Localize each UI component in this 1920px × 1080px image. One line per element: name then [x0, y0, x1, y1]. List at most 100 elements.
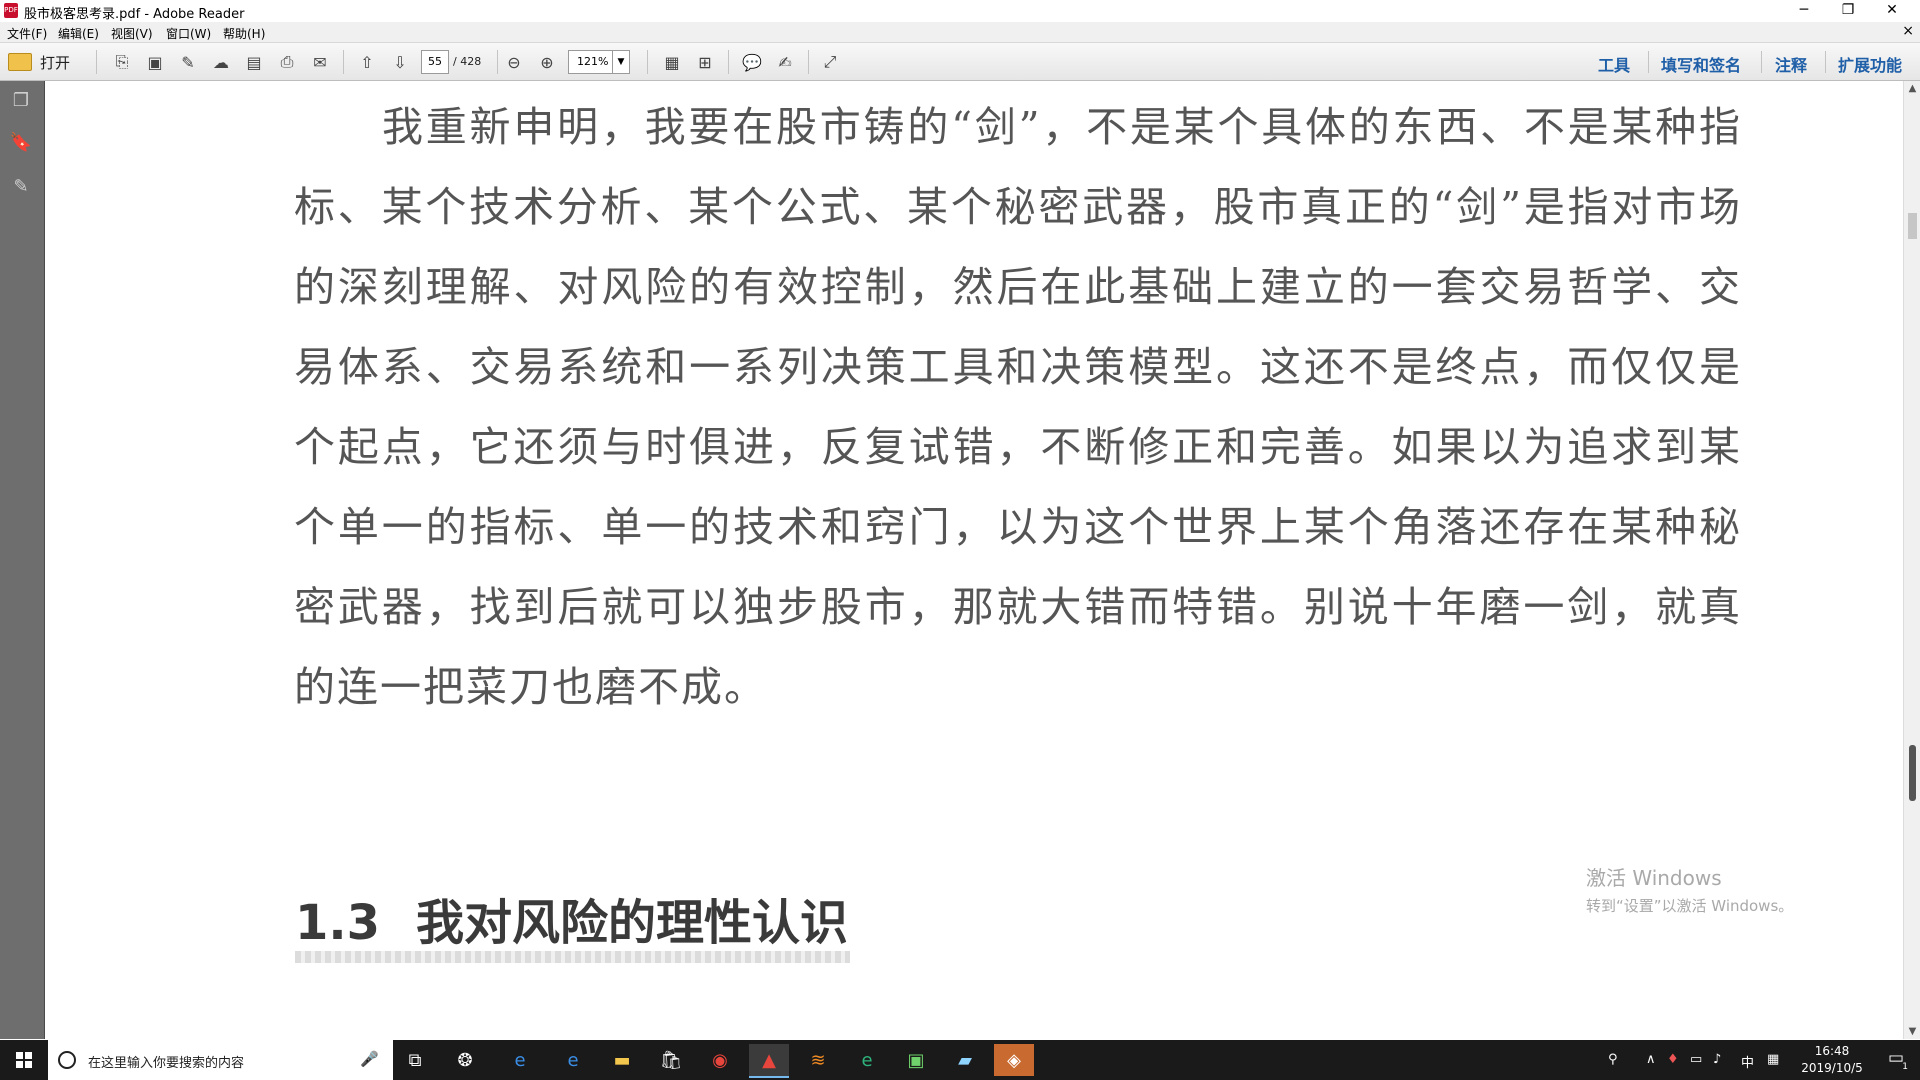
print-icon[interactable]: ⎙: [275, 50, 299, 74]
section-heading: 1.3 我对风险的理性认识: [295, 883, 848, 953]
save-icon[interactable]: ▤: [242, 50, 266, 74]
windows-logo-icon: [16, 1052, 32, 1068]
toolbar-divider: [96, 50, 97, 74]
ime-indicator[interactable]: 中: [1741, 1052, 1754, 1071]
pycharm-icon[interactable]: ▣: [896, 1044, 936, 1076]
chevron-down-icon[interactable]: ▼: [612, 51, 629, 73]
menu-edit[interactable]: 编辑(E): [58, 25, 99, 42]
open-button[interactable]: 打开: [8, 49, 70, 75]
title-bar: PDF 股市极客思考录.pdf - Adobe Reader ─ ❐ ✕: [0, 0, 1920, 22]
sublime-icon[interactable]: ≋: [798, 1044, 838, 1076]
next-page-icon[interactable]: ⇩: [388, 50, 412, 74]
tools-button[interactable]: 工具: [1598, 52, 1630, 76]
activate-windows-watermark: 激活 Windows 转到“设置”以激活 Windows。: [1586, 862, 1793, 916]
fit-width-icon[interactable]: ⊞: [693, 50, 717, 74]
antivirus-tray-icon[interactable]: ♦: [1667, 1052, 1679, 1067]
toolbar-divider: [343, 50, 344, 74]
adobe-reader-icon: PDF: [4, 3, 18, 18]
vertical-scrollbar[interactable]: ▲ ▼: [1903, 81, 1920, 1039]
fullscreen-icon[interactable]: ⤢: [818, 50, 842, 74]
ie-browser-icon[interactable]: e: [500, 1044, 540, 1076]
app-swirl-icon[interactable]: ❂: [445, 1044, 485, 1076]
navigation-pane: ❐ 🔖 ✎: [0, 81, 45, 1039]
section-number: 1.3: [295, 895, 381, 951]
document-paragraph: 我重新申明，我要在股市铸的“剑”，不是某个具体的东西、不是某种指标、某个技术分析…: [294, 103, 1742, 711]
toolbar-divider: [497, 50, 498, 74]
page-total: / 428: [453, 55, 482, 68]
edge-green-icon[interactable]: e: [847, 1044, 887, 1076]
page-number-input[interactable]: 55: [421, 50, 449, 74]
watermark-title: 激活 Windows: [1586, 866, 1722, 890]
zoom-in-icon[interactable]: ⊕: [535, 50, 559, 74]
cortana-icon: [58, 1051, 76, 1069]
minimize-button[interactable]: ─: [1782, 0, 1826, 22]
edit-document-icon[interactable]: ✎: [176, 50, 200, 74]
create-pdf-icon[interactable]: ⎘: [110, 50, 134, 74]
toolbar-divider: [808, 50, 809, 74]
extended-features-button[interactable]: 扩展功能: [1838, 52, 1902, 76]
watermark-subtitle: 转到“设置”以激活 Windows。: [1586, 897, 1794, 915]
comment-button[interactable]: 注释: [1775, 52, 1807, 76]
export-pdf-icon[interactable]: ▣: [143, 50, 167, 74]
toolbar-divider: [728, 50, 729, 74]
close-button[interactable]: ✕: [1870, 0, 1914, 22]
menu-view[interactable]: 视图(V): [111, 25, 153, 42]
open-label: 打开: [40, 53, 71, 72]
toolbar: 打开 ⎘ ▣ ✎ ☁ ▤ ⎙ ✉ ⇧ ⇩ 55 / 428 ⊖ ⊕ 121% ▼…: [0, 43, 1920, 81]
volume-icon[interactable]: ♪: [1713, 1052, 1721, 1067]
network-icon[interactable]: ▭: [1690, 1052, 1702, 1067]
clock-time: 16:48: [1814, 1044, 1850, 1058]
attachment-icon[interactable]: ✎: [8, 173, 34, 199]
menu-bar: 文件(F) 编辑(E) 视图(V) 窗口(W) 帮助(H) ×: [0, 22, 1920, 43]
edge-browser-icon[interactable]: e: [553, 1044, 593, 1076]
taskbar-search[interactable]: 在这里输入你要搜索的内容 🎤: [48, 1040, 393, 1080]
microphone-icon[interactable]: 🎤: [360, 1050, 379, 1068]
zoom-value: 121%: [577, 55, 609, 68]
taskbar: 在这里输入你要搜索的内容 🎤 ⧉ ❂ e e ▬ 🛍 ◉ ▲ ≋ e ▣ ▰ ◈…: [0, 1040, 1920, 1080]
fit-page-icon[interactable]: ▦: [660, 50, 684, 74]
document-close-button[interactable]: ×: [1902, 23, 1914, 39]
task-view-icon[interactable]: ⧉: [395, 1044, 435, 1076]
comment-icon[interactable]: 💬: [740, 50, 764, 74]
toolbar-divider: [1761, 51, 1762, 73]
restore-button[interactable]: ❐: [1826, 0, 1870, 22]
chrome-icon[interactable]: ◉: [700, 1044, 740, 1076]
scroll-up-icon[interactable]: ▲: [1904, 83, 1920, 94]
highlight-icon[interactable]: ✍: [773, 50, 797, 74]
scroll-thumb[interactable]: [1909, 745, 1916, 801]
menu-help[interactable]: 帮助(H): [223, 25, 265, 42]
toolbar-divider: [1825, 51, 1826, 73]
menu-window[interactable]: 窗口(W): [166, 25, 211, 42]
file-explorer-icon[interactable]: ▬: [602, 1044, 642, 1076]
zoom-select[interactable]: 121% ▼: [568, 50, 630, 74]
zoom-out-icon[interactable]: ⊖: [502, 50, 526, 74]
pages-thumbnail-icon[interactable]: ❐: [8, 87, 34, 113]
chevron-up-icon[interactable]: ∧: [1646, 1052, 1656, 1067]
window-title: 股市极客思考录.pdf - Adobe Reader: [24, 7, 245, 22]
heading-underline: [295, 951, 850, 963]
notepad-icon[interactable]: ▰: [945, 1044, 985, 1076]
keyboard-layout-icon[interactable]: ▦: [1767, 1052, 1779, 1067]
bookmark-icon[interactable]: 🔖: [8, 129, 34, 155]
folder-icon: [8, 53, 32, 71]
toolbar-divider: [1648, 51, 1649, 73]
system-clock[interactable]: 16:48 2019/10/5: [1786, 1043, 1878, 1077]
clock-date: 2019/10/5: [1801, 1061, 1863, 1075]
store-icon[interactable]: 🛍: [651, 1044, 691, 1076]
scroll-down-icon[interactable]: ▼: [1904, 1026, 1920, 1037]
adobe-reader-taskbar-icon[interactable]: ▲: [749, 1044, 789, 1078]
notification-center[interactable]: ▭ 1: [1878, 1048, 1914, 1074]
section-title: 我对风险的理性认识: [416, 895, 849, 951]
notification-count: 1: [1902, 1062, 1908, 1072]
fill-sign-button[interactable]: 填写和签名: [1661, 52, 1741, 76]
menu-file[interactable]: 文件(F): [7, 25, 47, 42]
cloud-upload-icon[interactable]: ☁: [209, 50, 233, 74]
scroll-position-marker[interactable]: [1908, 213, 1917, 239]
toolbar-divider: [647, 50, 648, 74]
email-icon[interactable]: ✉: [308, 50, 332, 74]
start-button[interactable]: [0, 1040, 48, 1080]
vpn-app-icon[interactable]: ◈: [994, 1044, 1034, 1076]
people-icon[interactable]: ⚲: [1608, 1052, 1618, 1067]
previous-page-icon[interactable]: ⇧: [355, 50, 379, 74]
search-placeholder: 在这里输入你要搜索的内容: [88, 1056, 245, 1071]
